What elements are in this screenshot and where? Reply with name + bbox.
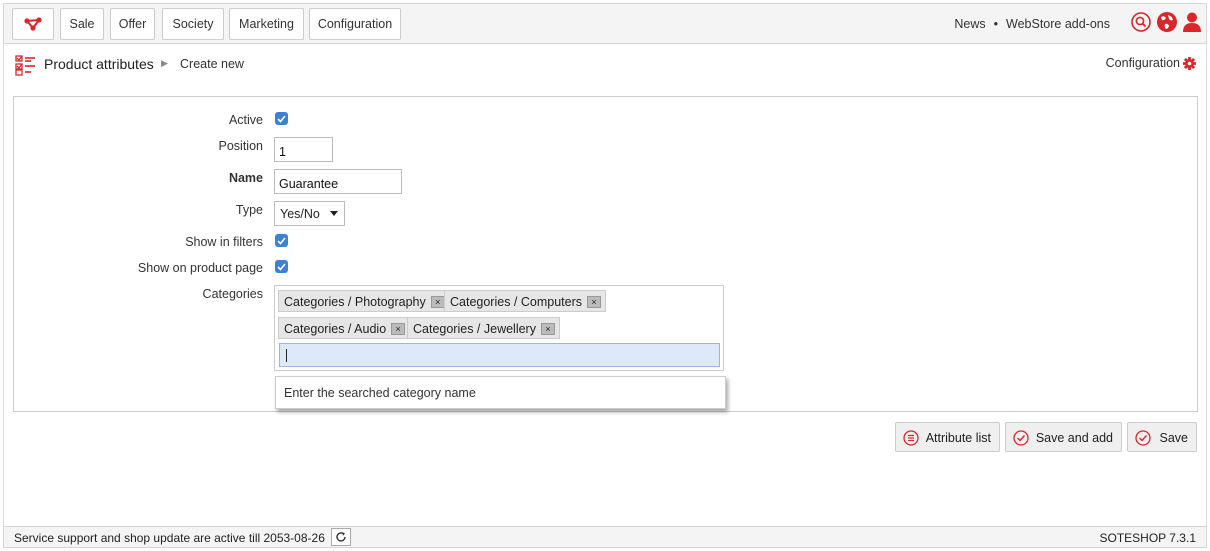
position-label: Position	[218, 139, 263, 153]
attributes-list-icon	[15, 55, 35, 76]
category-tag-label: Categories / Computers	[450, 295, 583, 309]
show-on-product-page-label: Show on product page	[137, 261, 263, 275]
check-circle-icon	[1013, 430, 1029, 446]
page-title: Product attributes	[44, 56, 154, 72]
top-icons	[1130, 11, 1202, 33]
name-input[interactable]: Guarantee	[274, 169, 402, 194]
remove-tag-icon[interactable]: ×	[587, 296, 602, 308]
category-tag: Categories / Computers ×	[444, 290, 607, 312]
show-on-product-page-checkbox[interactable]	[275, 260, 288, 273]
category-tag: Categories / Photography ×	[278, 290, 450, 312]
attribute-list-label: Attribute list	[925, 431, 991, 445]
dropdown-hint: Enter the searched category name	[284, 386, 476, 400]
category-search-dropdown: Enter the searched category name	[275, 376, 726, 409]
search-icon[interactable]	[1130, 11, 1152, 33]
news-link[interactable]: News	[954, 17, 985, 31]
nav-sale[interactable]: Sale	[60, 8, 104, 40]
nav-configuration[interactable]: Configuration	[309, 8, 401, 40]
top-links: News • WebStore add-ons	[954, 17, 1110, 31]
active-label: Active	[228, 113, 263, 127]
categories-label: Categories	[202, 287, 263, 301]
save-and-add-button[interactable]: Save and add	[1005, 422, 1122, 452]
refresh-button[interactable]	[331, 528, 351, 546]
category-tag: Categories / Jewellery ×	[407, 317, 560, 339]
link-separator: •	[993, 17, 998, 31]
checkmark-icon	[277, 236, 286, 245]
name-label: Name	[228, 171, 263, 185]
logo-button[interactable]	[12, 8, 54, 40]
chevron-down-icon	[329, 211, 338, 216]
globe-icon[interactable]	[1156, 11, 1178, 33]
list-icon	[903, 430, 919, 446]
save-button[interactable]: Save	[1127, 422, 1197, 452]
category-tag: Categories / Audio ×	[278, 317, 411, 339]
page-header: Product attributes ▶ Create new Configur…	[3, 44, 1207, 84]
category-search-input[interactable]	[279, 343, 720, 367]
top-navigation-bar: Sale Offer Society Marketing Configurati…	[3, 3, 1207, 44]
checkmark-icon	[277, 262, 286, 271]
status-bar: Service support and shop update are acti…	[3, 526, 1207, 548]
support-status-text: Service support and shop update are acti…	[14, 531, 325, 545]
check-circle-icon	[1135, 430, 1151, 446]
configuration-link[interactable]: Configuration	[1106, 56, 1196, 70]
breadcrumb-current: Create new	[180, 57, 244, 71]
type-select-value: Yes/No	[280, 206, 320, 221]
refresh-icon	[336, 532, 346, 542]
type-label: Type	[235, 203, 263, 217]
logo-icon	[24, 17, 42, 31]
remove-tag-icon[interactable]: ×	[430, 296, 445, 308]
remove-tag-icon[interactable]: ×	[391, 323, 406, 335]
checkmark-icon	[277, 114, 286, 123]
category-tag-label: Categories / Jewellery	[413, 322, 536, 336]
nav-society[interactable]: Society	[162, 8, 224, 40]
user-icon[interactable]	[1182, 11, 1202, 33]
breadcrumb-arrow-icon: ▶	[161, 58, 168, 68]
attribute-list-button[interactable]: Attribute list	[895, 422, 1000, 452]
configuration-label: Configuration	[1105, 56, 1180, 70]
nav-marketing[interactable]: Marketing	[229, 8, 304, 40]
save-label: Save	[1159, 431, 1189, 445]
category-tag-label: Categories / Audio	[284, 322, 387, 336]
save-and-add-label: Save and add	[1035, 431, 1113, 445]
categories-multiselect[interactable]: Categories / Photography × Categories / …	[274, 285, 724, 371]
category-tag-label: Categories / Photography	[284, 295, 426, 309]
nav-offer[interactable]: Offer	[110, 8, 155, 40]
type-select[interactable]: Yes/No	[274, 201, 345, 226]
show-in-filters-label: Show in filters	[185, 235, 263, 249]
remove-tag-icon[interactable]: ×	[540, 323, 555, 335]
active-checkbox[interactable]	[275, 112, 288, 125]
version-label: SOTESHOP 7.3.1	[1099, 531, 1197, 545]
text-cursor	[286, 349, 287, 362]
show-in-filters-checkbox[interactable]	[275, 234, 288, 247]
gear-icon	[1183, 56, 1196, 70]
webstore-addons-link[interactable]: WebStore add-ons	[1006, 17, 1110, 31]
position-input[interactable]: 1	[274, 137, 333, 162]
attribute-form: Active Position 1 Name Guarantee Type Ye…	[13, 96, 1198, 412]
